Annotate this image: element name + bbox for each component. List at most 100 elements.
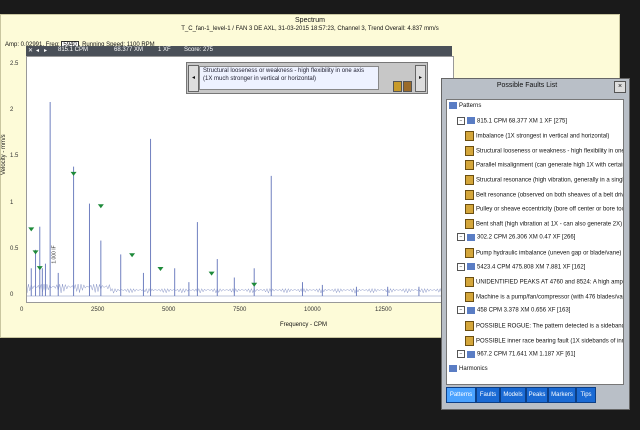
harmonic-marker-4[interactable] <box>97 204 104 209</box>
folder-icon <box>467 117 475 125</box>
fault-item[interactable]: Imbalance (1X strongest in vertical and … <box>465 131 609 142</box>
fault-item[interactable]: POSSIBLE ROGUE: The pattern detected is … <box>465 321 623 332</box>
peak-amp: 68.377 XM <box>114 47 144 53</box>
folder-icon <box>449 102 457 109</box>
tree-item-label: 5423.4 CPM 475.808 XM 7.881 XF [162] <box>477 264 586 271</box>
folder-icon <box>467 350 475 358</box>
tree-item-label: Structural looseness or weakness - high … <box>476 148 624 155</box>
tree-item-label: Machine is a pump/fan/compressor (with 4… <box>476 294 624 301</box>
fault-item[interactable]: UNIDENTIFIED PEAKS AT 4760 and 8524: A h… <box>465 277 624 288</box>
peak-group[interactable]: − 458 CPM 3.378 XM 0.656 XF [163] <box>457 306 570 316</box>
fault-doc-icon <box>465 131 474 142</box>
fault-item[interactable]: Machine is a pump/fan/compressor (with 4… <box>465 291 624 303</box>
harmonic-marker-6[interactable] <box>157 267 164 272</box>
spectrum-title: Spectrum <box>295 17 325 24</box>
toolbar-close-icon[interactable]: ✕ <box>28 47 33 54</box>
fault-item[interactable]: POSSIBLE inner race bearing fault (1X si… <box>465 335 623 347</box>
harmonic-marker-3[interactable] <box>70 171 77 176</box>
x-tick-label: 12500 <box>375 307 392 313</box>
fault-doc-icon <box>465 160 474 171</box>
tree-item-label: 302.2 CPM 26.306 XM 0.47 XF [266] <box>477 234 576 241</box>
tip-info-icon[interactable] <box>403 81 412 92</box>
x-tick-label: 5000 <box>162 307 176 313</box>
y-tick-label: 0 <box>10 292 14 298</box>
fault-doc-icon <box>465 277 474 288</box>
fault-doc-icon <box>465 218 474 229</box>
harmonic-marker-7[interactable] <box>208 271 215 276</box>
x-tick-label: 7500 <box>233 307 247 313</box>
harmonic-marker-0[interactable] <box>28 227 35 232</box>
folder-icon <box>467 263 475 271</box>
tab-models[interactable]: Models <box>500 387 526 403</box>
x-tick-label: 0 <box>20 307 24 313</box>
tab-peaks[interactable]: Peaks <box>526 387 548 403</box>
fault-item[interactable]: Structural looseness or weakness - high … <box>465 145 624 157</box>
y-tick-label: 1 <box>10 199 14 206</box>
x-tick-label: 2500 <box>91 307 105 313</box>
collapse-icon[interactable]: − <box>457 306 465 315</box>
tab-faults[interactable]: Faults <box>476 387 500 403</box>
close-icon[interactable]: × <box>614 81 626 93</box>
fault-tip-bar: ◂ Structural looseness or weakness - hig… <box>186 62 428 94</box>
peak-group[interactable]: − 967.2 CPM 71.641 XM 1.187 XF [61] <box>457 350 575 360</box>
tree-folder[interactable]: Harmonics <box>449 364 488 374</box>
fault-item[interactable]: Pump hydraulic imbalance (uneven gap or … <box>465 248 621 259</box>
tree-item-label: Structural resonance (high vibration, ge… <box>476 177 624 184</box>
peak-toolbar: ✕ ◂ ▸ 815.1 CPM 68.377 XM 1 XF Score: 27… <box>26 46 452 56</box>
tree-item-label: Harmonics <box>459 365 488 372</box>
tree-item-label: Imbalance (1X strongest in vertical and … <box>476 133 610 140</box>
fault-item[interactable]: Belt resonance (observed on both sheaves… <box>465 189 624 201</box>
fault-doc-icon <box>465 248 474 258</box>
harmonic-marker-8[interactable] <box>251 282 258 287</box>
tree-item-label: Patterns <box>459 103 482 110</box>
tree-item-label: UNIDENTIFIED PEAKS AT 4760 and 8524: A h… <box>476 279 624 286</box>
fault-item[interactable]: Pulley or sheave eccentricity (bore off … <box>465 204 623 215</box>
toolbar-next-icon[interactable]: ▸ <box>44 47 47 54</box>
fault-doc-icon <box>465 175 474 185</box>
tree-folder[interactable]: Patterns <box>449 102 481 111</box>
marker-label: 1.000 IF <box>51 245 57 263</box>
peak-order: 1 XF <box>158 47 171 53</box>
folder-icon <box>449 364 457 372</box>
peak-group[interactable]: − 5423.4 CPM 475.808 XM 7.881 XF [162] <box>457 262 586 273</box>
fault-item[interactable]: Parallel misalignment (can generate high… <box>465 160 623 171</box>
y-tick-label: 1.5 <box>10 153 19 160</box>
faults-tree: Patterns − 815.1 CPM 68.377 XM 1 XF [275] I… <box>446 99 624 385</box>
tip-doc-icon[interactable] <box>393 81 402 92</box>
tab-patterns[interactable]: Patterns <box>446 387 476 403</box>
tip-text: Structural looseness or weakness - high … <box>199 66 379 90</box>
peak-score: Score: 275 <box>184 47 214 53</box>
tree-item-label: 458 CPM 3.378 XM 0.656 XF [163] <box>477 307 571 314</box>
tip-line-2: (1X much stronger in vertical or horizon… <box>203 76 317 82</box>
collapse-icon[interactable]: − <box>457 233 465 242</box>
spectrum-noise-floor <box>26 283 454 295</box>
fault-doc-icon <box>465 204 474 215</box>
tree-item-label: Bent shaft (high vibration at 1X - can a… <box>476 221 623 228</box>
x-axis-label: Frequency - CPM <box>280 322 328 328</box>
fault-doc-icon <box>465 291 474 302</box>
folder-icon <box>467 233 475 241</box>
peak-group[interactable]: − 302.2 CPM 26.306 XM 0.47 XF [266] <box>457 233 575 243</box>
faults-title: Possible Faults List <box>496 82 558 89</box>
harmonic-marker-5[interactable] <box>129 253 136 258</box>
collapse-icon[interactable]: − <box>457 116 465 125</box>
fault-item[interactable]: Bent shaft (high vibration at 1X - can a… <box>465 218 623 230</box>
tip-next-button[interactable]: ▸ <box>415 65 426 92</box>
tree-item-label: Belt resonance (observed on both sheaves… <box>476 192 624 199</box>
peak-freq: 815.1 CPM <box>58 47 89 53</box>
fault-item[interactable]: Structural resonance (high vibration, ge… <box>465 175 624 186</box>
harmonic-marker-1[interactable] <box>32 250 39 255</box>
fault-doc-icon <box>465 335 474 346</box>
collapse-icon[interactable]: − <box>457 262 465 271</box>
tab-tips[interactable]: Tips <box>576 387 596 403</box>
tree-item-label: 967.2 CPM 71.641 XM 1.187 XF [61] <box>477 351 576 358</box>
tip-prev-button[interactable]: ◂ <box>188 65 199 92</box>
fault-doc-icon <box>465 145 474 156</box>
peak-group[interactable]: − 815.1 CPM 68.377 XM 1 XF [275] <box>457 116 567 127</box>
tab-markers[interactable]: Markers <box>548 387 576 403</box>
folder-icon <box>467 306 475 314</box>
fault-doc-icon <box>465 189 474 200</box>
possible-faults-panel: Possible Faults List × Patterns − 815.1 CP… <box>441 78 630 410</box>
collapse-icon[interactable]: − <box>457 350 465 359</box>
toolbar-prev-icon[interactable]: ◂ <box>36 47 39 54</box>
